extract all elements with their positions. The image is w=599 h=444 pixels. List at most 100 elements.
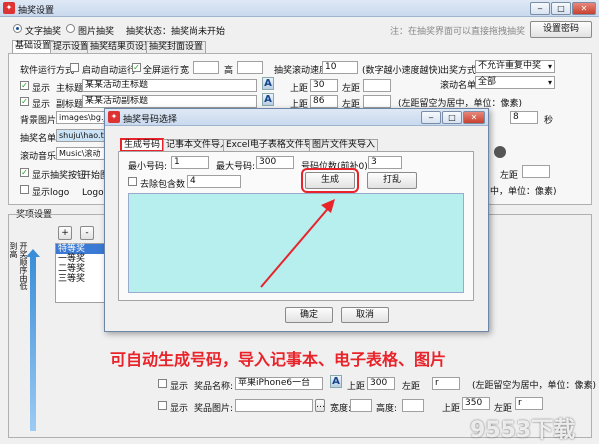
speed-input[interactable]: 10 xyxy=(322,61,358,74)
show-main-title-checkbox[interactable]: ✓ xyxy=(20,81,29,90)
sub-title-font-icon[interactable]: A xyxy=(262,93,274,106)
show-sub-title-checkbox[interactable]: ✓ xyxy=(20,97,29,106)
dialog-tab-notepad[interactable]: 记事本文件导入 xyxy=(163,139,233,151)
prize-pic-input[interactable] xyxy=(235,399,313,412)
dialog-tab-generate[interactable]: 生成号码 xyxy=(120,138,165,152)
bg-input[interactable]: images\bg.jpg xyxy=(56,111,108,124)
prize-name-label: 奖品名称: xyxy=(194,382,234,392)
width-input[interactable] xyxy=(193,61,219,74)
status-value: 抽奖尚未开始 xyxy=(171,27,226,37)
order-arrow xyxy=(30,256,36,431)
red-arrow xyxy=(260,199,335,288)
ok-button[interactable]: 确定 xyxy=(285,307,333,323)
prize-name-input[interactable]: 苹果iPhone6一台 xyxy=(235,377,323,390)
show-button-checkbox[interactable]: ✓ xyxy=(20,168,29,177)
tab-tips[interactable]: 提示设置 xyxy=(50,41,93,53)
prize-height-input[interactable] xyxy=(402,399,424,412)
exclude-label: 去除包含数 xyxy=(140,180,186,190)
auto-start-label: 启动自动运行 xyxy=(82,66,137,76)
auto-start-checkbox[interactable] xyxy=(70,63,79,72)
show-label-2: 显示 xyxy=(32,100,51,110)
cancel-button[interactable]: 取消 xyxy=(341,307,389,323)
speed-label: 抽奖滚动速度 xyxy=(274,66,329,76)
main-title-font-icon[interactable]: A xyxy=(262,77,274,90)
dialog-maximize-button[interactable]: □ xyxy=(442,111,462,124)
minimize-button[interactable]: ‒ xyxy=(530,2,550,15)
exclude-input[interactable]: 4 xyxy=(187,175,241,188)
add-prize-button[interactable]: + xyxy=(58,226,72,240)
dialog-tab-images[interactable]: 图片文件夹导入 xyxy=(309,139,379,151)
list-input[interactable]: shuju\hao.txt xyxy=(56,129,108,142)
seconds-label: 秒 xyxy=(544,116,554,126)
show-prize-name-checkbox[interactable] xyxy=(158,379,167,388)
center-note-2: 中，单位：像素) xyxy=(490,187,557,197)
prize-width-input[interactable] xyxy=(350,399,372,412)
width-label: 宽 xyxy=(180,66,190,76)
exclude-checkbox[interactable] xyxy=(128,177,137,186)
show-logo-checkbox[interactable] xyxy=(20,185,29,194)
watermark-logo: 9553下载 xyxy=(470,418,576,443)
prize-width-label: 宽度: xyxy=(330,404,352,414)
main-title-input[interactable]: 某某活动主标题 xyxy=(82,79,257,92)
left-input-5[interactable]: r xyxy=(515,397,543,410)
prize-list[interactable]: 特等奖 一等奖 二等奖 三等奖 xyxy=(55,243,110,303)
fullscreen-checkbox[interactable]: ✓ xyxy=(132,63,141,72)
prize-pic-label: 奖品图片: xyxy=(194,404,234,414)
music-input[interactable]: Music\滚动音乐 xyxy=(56,147,108,160)
top-input-3[interactable]: 300 xyxy=(367,377,395,390)
height-input[interactable] xyxy=(237,61,263,74)
top-label-1: 上距 xyxy=(290,84,309,94)
list-label: 抽奖名单 xyxy=(20,134,57,144)
prize-list-item[interactable]: 特等奖 xyxy=(56,244,109,254)
left-input-1[interactable] xyxy=(363,79,391,92)
sub-title-input[interactable]: 某某活动副标题 xyxy=(82,95,257,108)
status-label: 抽奖状态： xyxy=(126,27,172,37)
min-number-input[interactable]: 1 xyxy=(171,156,209,169)
prize-font-icon[interactable]: A xyxy=(330,375,342,388)
tab-cover[interactable]: 抽奖封面设置 xyxy=(146,41,207,53)
hint-text: 注：在抽奖界面可以直接拖拽抽奖 xyxy=(390,27,526,37)
prize-mode-label: 出奖方式 xyxy=(440,66,477,76)
remove-prize-button[interactable]: - xyxy=(80,226,94,240)
dialog-close-button[interactable]: ✕ xyxy=(463,111,485,124)
tab-basic[interactable]: 基础设置 xyxy=(12,40,55,53)
shuffle-button[interactable]: 打乱 xyxy=(367,172,417,189)
prize-list-item[interactable]: 三等奖 xyxy=(56,274,109,284)
close-button[interactable]: ✕ xyxy=(572,2,596,15)
left-input-4[interactable]: r xyxy=(432,377,460,390)
generate-button[interactable]: 生成 xyxy=(301,168,359,193)
roll-list-label: 滚动名单 xyxy=(440,81,477,91)
roll-list-select[interactable]: 全部 xyxy=(475,76,555,89)
show-label: 显示 xyxy=(32,84,51,94)
bg-label: 背景图片 xyxy=(20,116,57,126)
promo-banner: 可自动生成号码，导入记事本、电子表格、图片 xyxy=(110,350,447,369)
prize-mode-select[interactable]: 不允许重复中奖 xyxy=(475,60,555,73)
left-input-3[interactable] xyxy=(522,165,550,178)
browse-button[interactable]: … xyxy=(315,399,325,412)
mode-text-radio[interactable] xyxy=(13,24,22,33)
dialog-minimize-button[interactable]: ‒ xyxy=(421,111,441,124)
digits-input[interactable]: 3 xyxy=(368,156,402,169)
mode-image-radio[interactable] xyxy=(66,24,75,33)
show-button-label: 显示抽奖按钮 xyxy=(32,171,87,181)
left-label-3: 左距 xyxy=(500,171,519,181)
music-play-icon[interactable] xyxy=(494,146,506,158)
fullscreen-label: 全屏运行 xyxy=(143,66,180,76)
main-title-label: 主标题 xyxy=(56,84,84,94)
set-password-button[interactable]: 设置密码 xyxy=(530,21,592,38)
min-number-label: 最小号码: xyxy=(128,162,168,172)
number-dialog: ✦ 抽奖号码选择 ‒ □ ✕ 生成号码 记事本文件导入 Excel电子表格文件导… xyxy=(104,108,489,332)
prize-list-item[interactable]: 一等奖 xyxy=(56,254,109,264)
maximize-button[interactable]: □ xyxy=(551,2,571,15)
interval-input[interactable]: 8 xyxy=(510,111,538,124)
top-input-1[interactable]: 30 xyxy=(310,79,338,92)
max-number-label: 最大号码: xyxy=(216,162,256,172)
left-input-2[interactable] xyxy=(363,95,391,108)
show-prize-pic-checkbox[interactable] xyxy=(158,401,167,410)
max-number-input[interactable]: 300 xyxy=(256,156,294,169)
prize-list-item[interactable]: 二等奖 xyxy=(56,264,109,274)
top-input-2[interactable]: 86 xyxy=(310,95,338,108)
order-arrow-head xyxy=(26,249,40,257)
show-logo-label: 显示logo xyxy=(32,188,70,198)
top-input-4[interactable]: 350 xyxy=(462,397,490,410)
